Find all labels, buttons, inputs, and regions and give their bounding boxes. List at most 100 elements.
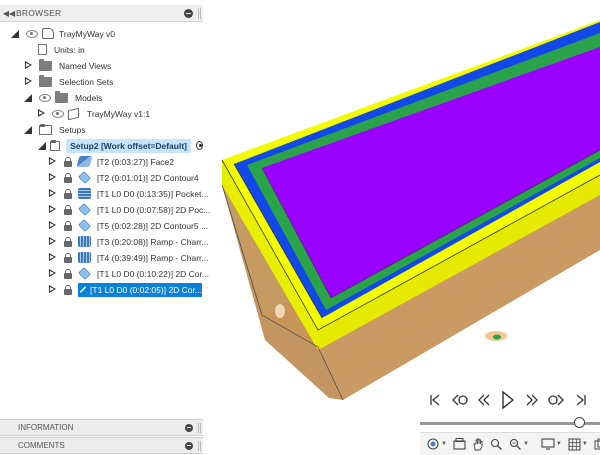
folder-icon <box>55 90 68 103</box>
operation-row[interactable]: [T1 L0 D0 (0:07:58)] 2D Poc... <box>48 202 210 217</box>
contour-op-icon <box>78 171 91 184</box>
visibility-eye-icon[interactable] <box>26 29 38 38</box>
information-panel[interactable]: INFORMATION <box>0 419 203 436</box>
active-setup-radio-icon[interactable] <box>196 141 203 150</box>
lock-icon[interactable] <box>64 252 72 263</box>
tree-item-models[interactable]: Models <box>24 90 102 105</box>
expand-right-icon[interactable] <box>48 237 57 246</box>
expand-right-icon[interactable] <box>48 269 57 278</box>
tree-item-label: Setups <box>59 124 86 135</box>
visibility-eye-icon[interactable] <box>39 93 51 102</box>
expand-right-icon[interactable] <box>37 109 46 118</box>
previous-icon[interactable] <box>449 390 471 410</box>
expand-right-icon[interactable] <box>48 189 57 198</box>
operation-row-selected[interactable]: [T1 L0 D0 (0:02:05)] 2D Cor... <box>48 282 202 297</box>
rewind-icon[interactable] <box>473 390 495 410</box>
expand-down-icon[interactable] <box>24 125 33 134</box>
tree-item-setups[interactable]: Setups <box>24 122 85 137</box>
comments-panel[interactable]: COMMENTS <box>0 437 203 454</box>
expand-right-icon[interactable] <box>48 253 57 262</box>
tree-item-model-body[interactable]: TrayMyWay v1:1 <box>37 106 150 121</box>
next-icon[interactable] <box>545 390 567 410</box>
grid-icon[interactable]: ▼ <box>568 438 588 451</box>
lock-icon[interactable] <box>64 188 72 199</box>
expand-down-icon[interactable] <box>24 93 33 102</box>
go-to-end-icon[interactable] <box>569 390 591 410</box>
contour-op-icon <box>78 203 91 216</box>
setup-label: Setup2 [Work offset=Default] <box>66 138 191 153</box>
display-settings-icon[interactable]: ▼ <box>541 438 562 450</box>
document-icon <box>38 44 47 55</box>
browser-header[interactable]: ◀◀ BROWSER <box>0 5 203 22</box>
panel-grip-icon[interactable] <box>198 440 201 451</box>
expand-right-icon[interactable] <box>48 205 57 214</box>
dropdown-caret-icon[interactable]: ▼ <box>582 441 588 447</box>
play-icon[interactable] <box>497 390 519 410</box>
pin-icon[interactable] <box>185 423 193 432</box>
tree-item-setup2[interactable]: Setup2 [Work offset=Default] <box>38 138 203 153</box>
operation-label: [T5 (0:02:28)] 2D Contour5 ... <box>97 220 209 231</box>
hole-marker-inner <box>493 334 501 340</box>
hole-marker <box>275 304 285 318</box>
tree-item-root[interactable]: TrayMyWay v0 <box>11 26 115 41</box>
panel-grip-icon[interactable] <box>198 422 201 433</box>
tree-item-selection-sets[interactable]: Selection Sets <box>24 74 113 89</box>
operation-row[interactable]: [T2 (0:01:01)] 2D Contour4 <box>48 170 199 185</box>
contour-op-icon <box>79 286 87 293</box>
lock-icon[interactable] <box>64 156 72 167</box>
lock-icon[interactable] <box>64 268 72 279</box>
tree-item-label: Selection Sets <box>59 76 114 87</box>
tree-item-named-views[interactable]: Named Views <box>24 58 111 73</box>
viewports-icon[interactable]: ▼ <box>594 438 600 451</box>
panel-grip-icon[interactable] <box>198 7 201 19</box>
operation-label: [T1 L0 D0 (0:10:22)] 2D Cor... <box>97 268 209 279</box>
timeline-track[interactable] <box>420 422 600 425</box>
zoom-icon[interactable]: ▼ <box>509 438 529 451</box>
operation-label: [T3 (0:20:08)] Ramp - Charr... <box>97 236 209 247</box>
pan-icon[interactable] <box>472 438 484 451</box>
orbit-icon[interactable]: ▼ <box>426 437 447 451</box>
lock-icon[interactable] <box>64 284 72 295</box>
expand-right-icon[interactable] <box>48 221 57 230</box>
operation-row[interactable]: [T4 (0:39:49)] Ramp - Charr... <box>48 250 208 265</box>
operation-row[interactable]: [T1 L0 D0 (0:10:22)] 2D Cor... <box>48 266 209 281</box>
operation-row[interactable]: [T5 (0:02:28)] 2D Contour5 ... <box>48 218 208 233</box>
fast-forward-icon[interactable] <box>521 390 543 410</box>
expand-right-icon[interactable] <box>48 173 57 182</box>
operation-label: [T2 (0:01:01)] 2D Contour4 <box>97 172 199 183</box>
operation-label: [T1 L0 D0 (0:02:05)] 2D Cor... <box>90 284 202 295</box>
look-at-icon[interactable] <box>453 438 466 450</box>
lock-icon[interactable] <box>64 220 72 231</box>
component-icon <box>42 28 54 39</box>
browser-panel: ◀◀ BROWSER TrayMyWay v0 Units: in Named … <box>0 5 210 300</box>
contour-op-icon <box>78 219 91 232</box>
expand-right-icon[interactable] <box>24 77 33 86</box>
collapse-panel-icon[interactable]: ◀◀ <box>2 9 16 18</box>
tree-item-label: Units: in <box>54 44 85 55</box>
operation-row[interactable]: [T3 (0:20:08)] Ramp - Charr... <box>48 234 208 249</box>
pin-icon[interactable] <box>185 441 193 450</box>
tree-item-units[interactable]: Units: in <box>38 42 85 57</box>
go-to-start-icon[interactable] <box>425 390 447 410</box>
operation-row[interactable]: [T1 L0 D0 (0:13:35)] Pocket... <box>48 186 209 201</box>
expand-down-icon[interactable] <box>11 29 20 38</box>
body-icon <box>68 107 79 120</box>
expand-down-icon[interactable] <box>38 141 47 150</box>
dropdown-caret-icon[interactable]: ▼ <box>441 441 447 447</box>
operation-row[interactable]: [T2 (0:03:27)] Face2 <box>48 154 174 169</box>
lock-icon[interactable] <box>64 204 72 215</box>
pin-icon[interactable] <box>184 8 193 18</box>
lock-icon[interactable] <box>64 236 72 247</box>
timeline-slider-handle[interactable] <box>574 417 585 428</box>
lock-icon[interactable] <box>64 172 72 183</box>
dropdown-caret-icon[interactable]: ▼ <box>523 441 529 447</box>
expand-right-icon[interactable] <box>48 285 57 294</box>
expand-right-icon[interactable] <box>48 157 57 166</box>
ramp-op-icon <box>78 236 91 247</box>
folder-open-icon <box>39 123 52 135</box>
visibility-eye-icon[interactable] <box>52 109 64 118</box>
zoom-window-icon[interactable] <box>490 438 503 451</box>
expand-right-icon[interactable] <box>24 61 33 70</box>
dropdown-caret-icon[interactable]: ▼ <box>556 441 562 447</box>
selected-operation[interactable]: [T1 L0 D0 (0:02:05)] 2D Cor... <box>78 282 202 297</box>
